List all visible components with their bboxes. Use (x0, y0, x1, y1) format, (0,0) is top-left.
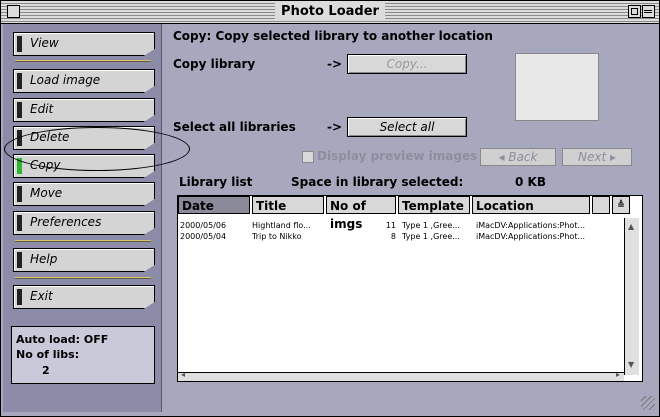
scroll-left-icon[interactable]: ◂ (181, 370, 185, 379)
back-button[interactable]: ◂ Back (480, 148, 556, 166)
cell-title: Trip to Nikko (252, 232, 302, 241)
num-libs-value: 2 (42, 364, 50, 377)
resize-grip-icon[interactable] (641, 396, 655, 410)
auto-load-status: Auto load: OFF (16, 333, 109, 346)
load-image-button[interactable]: Load image (13, 69, 155, 93)
vertical-scrollbar[interactable]: ▲ ▼ (624, 218, 639, 375)
view-button-label: View (30, 36, 59, 50)
window-title: Photo Loader (275, 3, 385, 21)
table-row[interactable]: 2000/05/06 Hightland flo... 11 Type 1 ,G… (180, 220, 620, 231)
num-libs-label: No of libs: (16, 348, 80, 361)
indicator-lamp-icon (17, 73, 22, 89)
indicator-lamp-icon (17, 36, 22, 52)
preferences-button-label: Preferences (30, 215, 102, 229)
photo-loader-window: Photo Loader View Load image Edit Delete… (0, 0, 660, 417)
table-rows: 2000/05/06 Hightland flo... 11 Type 1 ,G… (180, 220, 620, 242)
table-row[interactable]: 2000/05/04 Trip to Nikko 8 Type 1 ,Gree.… (180, 231, 620, 242)
scroll-right-icon[interactable]: ▸ (616, 370, 620, 379)
indicator-lamp-icon (17, 289, 22, 305)
next-button[interactable]: Next ▸ (562, 148, 632, 166)
cell-imgs: 11 (385, 221, 396, 230)
preferences-button[interactable]: Preferences (13, 211, 155, 235)
cell-date: 2000/05/04 (180, 232, 227, 241)
space-value: 0 KB (515, 175, 546, 189)
page-title: Copy: Copy selected library to another l… (173, 29, 493, 43)
sidebar: View Load image Edit Delete Copy Move Pr… (3, 24, 162, 412)
arrow-select: -> (327, 120, 343, 134)
column-header-title[interactable]: Title (252, 196, 324, 214)
cell-template: Type 1 ,Gree... (402, 221, 460, 230)
horizontal-scrollbar[interactable]: ◂ ▸ (178, 370, 624, 381)
help-button[interactable]: Help (13, 248, 155, 272)
preview-checkbox-label: Display preview images (317, 149, 478, 163)
library-list-label: Library list (179, 175, 253, 189)
column-sort-icon[interactable]: ≜ (612, 196, 630, 214)
column-header-imgs[interactable]: No of imgs (326, 196, 396, 231)
exit-button[interactable]: Exit (13, 285, 155, 309)
view-button[interactable]: View (13, 32, 155, 56)
column-header-date[interactable]: Date (178, 196, 250, 214)
indicator-lamp-icon (17, 252, 22, 268)
scroll-down-icon[interactable]: ▼ (628, 360, 634, 369)
zoom-box-icon[interactable] (628, 5, 641, 18)
edit-button-label: Edit (30, 102, 54, 116)
cell-title: Hightland flo... (252, 221, 311, 230)
indicator-lamp-icon (17, 215, 22, 231)
cell-location: iMacDV:Applications:Phot... (476, 232, 586, 241)
cell-template: Type 1 ,Gree... (402, 232, 460, 241)
column-header-template[interactable]: Template (398, 196, 470, 214)
status-panel: Auto load: OFF No of libs: 2 (11, 326, 155, 384)
scroll-up-icon[interactable]: ▲ (628, 222, 634, 231)
indicator-lamp-icon (17, 102, 22, 118)
select-all-button[interactable]: Select all (347, 117, 467, 137)
title-bar[interactable]: Photo Loader (1, 1, 659, 24)
preview-checkbox[interactable] (302, 151, 314, 163)
space-label: Space in library selected: (291, 175, 464, 189)
exit-button-label: Exit (30, 289, 53, 303)
cell-date: 2000/05/06 (180, 221, 227, 230)
help-button-label: Help (30, 252, 58, 266)
cell-imgs: 8 (390, 232, 396, 241)
close-box-icon[interactable] (7, 5, 20, 18)
select-all-label: Select all libraries (173, 120, 296, 134)
move-button[interactable]: Move (13, 182, 155, 206)
indicator-lamp-icon (17, 186, 22, 202)
preview-image-box (515, 53, 599, 121)
sidebar-divider (15, 240, 151, 242)
main-panel: Copy: Copy selected library to another l… (163, 24, 657, 412)
edit-button[interactable]: Edit (13, 98, 155, 122)
sidebar-divider (15, 60, 151, 62)
library-table: Date Title No of imgs Template Location … (177, 195, 643, 382)
collapse-box-icon[interactable] (642, 5, 655, 18)
copy-library-label: Copy library (173, 57, 256, 71)
arrow-copy: -> (327, 57, 343, 71)
sidebar-divider (15, 277, 151, 279)
column-header-location[interactable]: Location (472, 196, 590, 214)
cell-location: iMacDV:Applications:Phot... (476, 221, 586, 230)
move-button-label: Move (30, 186, 63, 200)
column-header-blank[interactable] (592, 196, 610, 214)
load-image-button-label: Load image (30, 73, 101, 87)
copy-dialog-button[interactable]: Copy... (347, 54, 467, 74)
